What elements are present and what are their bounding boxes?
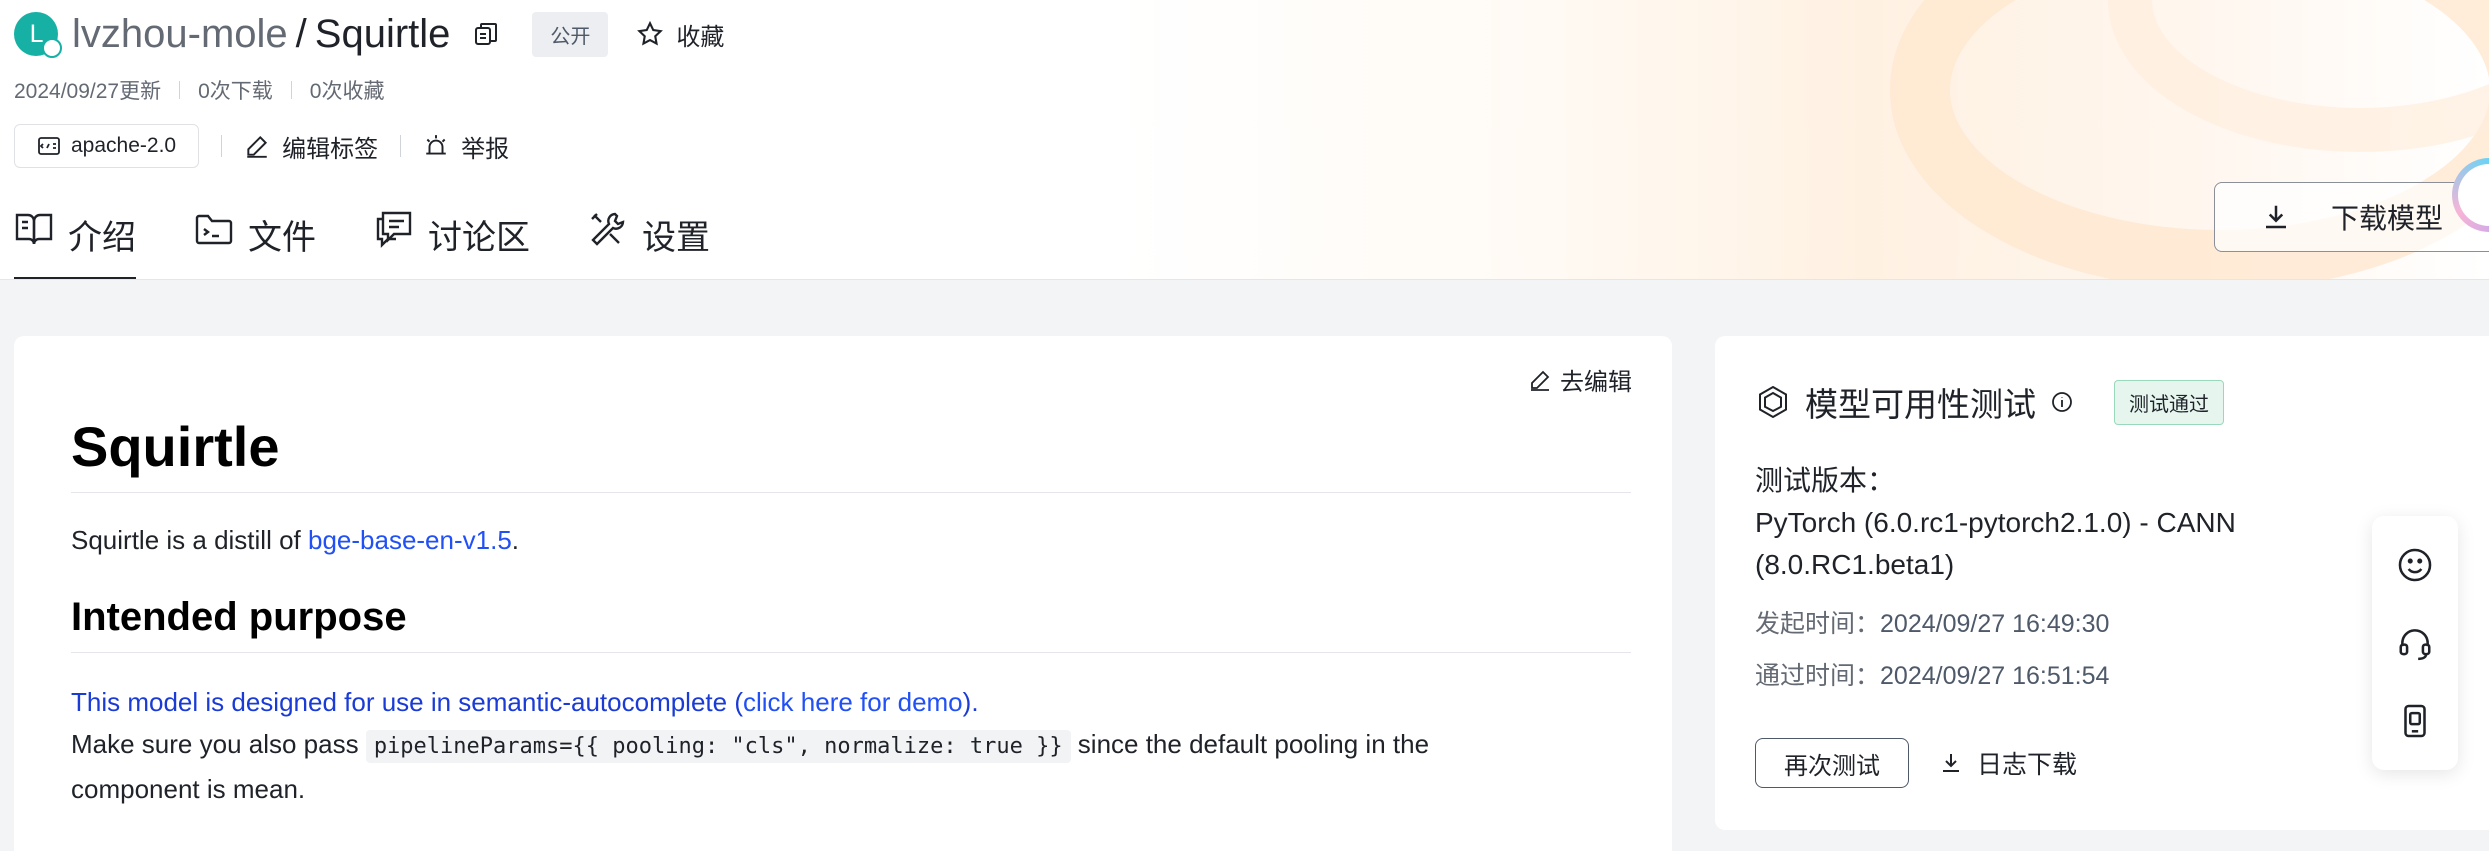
readme-title: Squirtle: [71, 416, 1631, 493]
tools-icon: [591, 212, 625, 246]
readme-text: Squirtle is a distill of: [71, 524, 308, 555]
start-time-row: 发起时间：2024/09/27 16:49:30: [1755, 598, 2315, 650]
edit-tags-button[interactable]: 编辑标签: [244, 129, 378, 164]
bge-link[interactable]: bge-base-en-v1.5: [308, 525, 512, 555]
readme-paragraph: Make sure you also pass pipelineParams={…: [71, 723, 1631, 768]
log-download-label: 日志下载: [1977, 751, 2078, 779]
floating-toolbar: [2372, 516, 2458, 770]
tab-discussion[interactable]: 讨论区: [374, 206, 530, 280]
tab-settings[interactable]: 设置: [588, 206, 710, 280]
visibility-badge: 公开: [532, 11, 609, 57]
updated-date: 2024/09/27更新: [14, 80, 162, 103]
readme-text: since the default pooling in the: [1070, 728, 1430, 759]
repo-header: L lvzhou-mole / Squirtle 公开 收藏 2024/09/2…: [0, 0, 2489, 280]
headset-icon: [2399, 629, 2431, 661]
feedback-button[interactable]: [2393, 543, 2437, 587]
avatar[interactable]: L: [14, 12, 62, 58]
demo-link[interactable]: click here for demo: [743, 687, 963, 717]
version-value: PyTorch (6.0.rc1-pytorch2.1.0) - CANN (8…: [1755, 507, 2236, 580]
repo-owner-link[interactable]: lvzhou-mole: [72, 12, 288, 57]
favorite-label: 收藏: [676, 23, 725, 51]
readme-highlight-text: This model is designed for use in semant…: [71, 686, 743, 717]
download-model-button[interactable]: 下载模型: [2214, 182, 2489, 252]
readme-text: .: [511, 524, 520, 555]
tab-label: 文件: [248, 219, 316, 257]
availability-header: 模型可用性测试 测试通过: [1755, 378, 2224, 426]
edit-tags-label: 编辑标签: [282, 135, 379, 163]
availability-actions: 再次测试 日志下载: [1755, 738, 2077, 788]
repo-meta: 2024/09/27更新 0次下载 0次收藏: [14, 75, 384, 105]
readme-paragraph: This model is designed for use in semant…: [71, 681, 1631, 723]
meta-divider: [179, 81, 181, 99]
repo-name: Squirtle: [314, 11, 451, 56]
user-badge-icon: [42, 38, 62, 58]
readme-paragraph: Squirtle is a distill of bge-base-en-v1.…: [71, 519, 1631, 561]
readme-text: Make sure you also pass: [71, 728, 366, 759]
path-separator: /: [295, 11, 307, 56]
pencil-icon: [1531, 370, 1550, 391]
report-button[interactable]: 举报: [423, 129, 509, 164]
info-icon[interactable]: [2050, 390, 2074, 414]
avatar-letter: L: [29, 20, 43, 48]
readme-heading: Intended purpose: [71, 595, 1631, 653]
license-icon: [38, 137, 60, 155]
hexagon-icon: [1759, 385, 1787, 419]
phone-icon: [2404, 704, 2426, 738]
tag-row: apache-2.0 编辑标签 举报: [14, 124, 509, 168]
license-tag[interactable]: apache-2.0: [14, 124, 200, 168]
start-time-label: 发起时间：: [1755, 610, 1881, 638]
tab-label: 设置: [642, 219, 710, 257]
tag-divider: [400, 135, 402, 157]
edit-readme-button[interactable]: 去编辑: [1528, 362, 1632, 397]
pass-time-label: 通过时间：: [1755, 662, 1881, 690]
readme-content: Squirtle Squirtle is a distill of bge-ba…: [71, 416, 1631, 810]
report-label: 举报: [461, 135, 510, 163]
download-icon: [1943, 754, 1959, 772]
tag-divider: [221, 135, 223, 157]
tab-intro[interactable]: 介绍: [14, 206, 136, 280]
readme-highlight-text: ).: [962, 686, 979, 717]
tab-files[interactable]: 文件: [194, 206, 316, 280]
tab-label: 讨论区: [428, 219, 530, 257]
download-icon: [2266, 205, 2286, 229]
edit-readme-label: 去编辑: [1560, 369, 1632, 396]
smile-icon: [2398, 548, 2432, 582]
tab-label: 介绍: [68, 219, 136, 257]
readme-card: 去编辑 Squirtle Squirtle is a distill of bg…: [14, 336, 1672, 851]
book-icon: [15, 213, 53, 245]
assistant-logo-inner: [2458, 164, 2489, 226]
download-model-label: 下载模型: [2331, 203, 2444, 234]
start-time-value: 2024/09/27 16:49:30: [1880, 610, 2110, 638]
repo-title-row: L lvzhou-mole / Squirtle 公开 收藏: [14, 10, 724, 58]
favorite-button[interactable]: 收藏: [636, 17, 724, 52]
pass-time-value: 2024/09/27 16:51:54: [1880, 662, 2110, 690]
repo-tabs: 介绍 文件 讨论区 设置: [14, 206, 768, 280]
star-icon: [637, 20, 664, 46]
folder-icon: [195, 214, 233, 245]
pass-time-row: 通过时间：2024/09/27 16:51:54: [1755, 650, 2315, 702]
retest-button[interactable]: 再次测试: [1755, 738, 1909, 788]
copy-icon[interactable]: [470, 18, 502, 50]
version-label: 测试版本：: [1755, 465, 1896, 496]
log-download-button[interactable]: 日志下载: [1939, 745, 2077, 781]
header-divider: [0, 279, 2489, 280]
download-count: 0次下载: [198, 80, 273, 103]
inline-code: pipelineParams={{ pooling: "cls", normal…: [365, 729, 1071, 763]
readme-paragraph: component is mean.: [71, 773, 306, 804]
alarm-icon: [426, 135, 446, 155]
status-badge: 测试通过: [2114, 379, 2224, 425]
customer-service-button[interactable]: [2393, 621, 2437, 665]
chat-icon: [376, 211, 412, 248]
availability-title: 模型可用性测试: [1805, 386, 2036, 423]
mobile-button[interactable]: [2393, 699, 2437, 743]
pencil-icon: [247, 135, 268, 158]
meta-divider: [290, 81, 292, 99]
availability-details: 测试版本： PyTorch (6.0.rc1-pytorch2.1.0) - C…: [1755, 460, 2315, 702]
favorite-count: 0次收藏: [309, 80, 385, 103]
license-label: apache-2.0: [71, 134, 177, 157]
